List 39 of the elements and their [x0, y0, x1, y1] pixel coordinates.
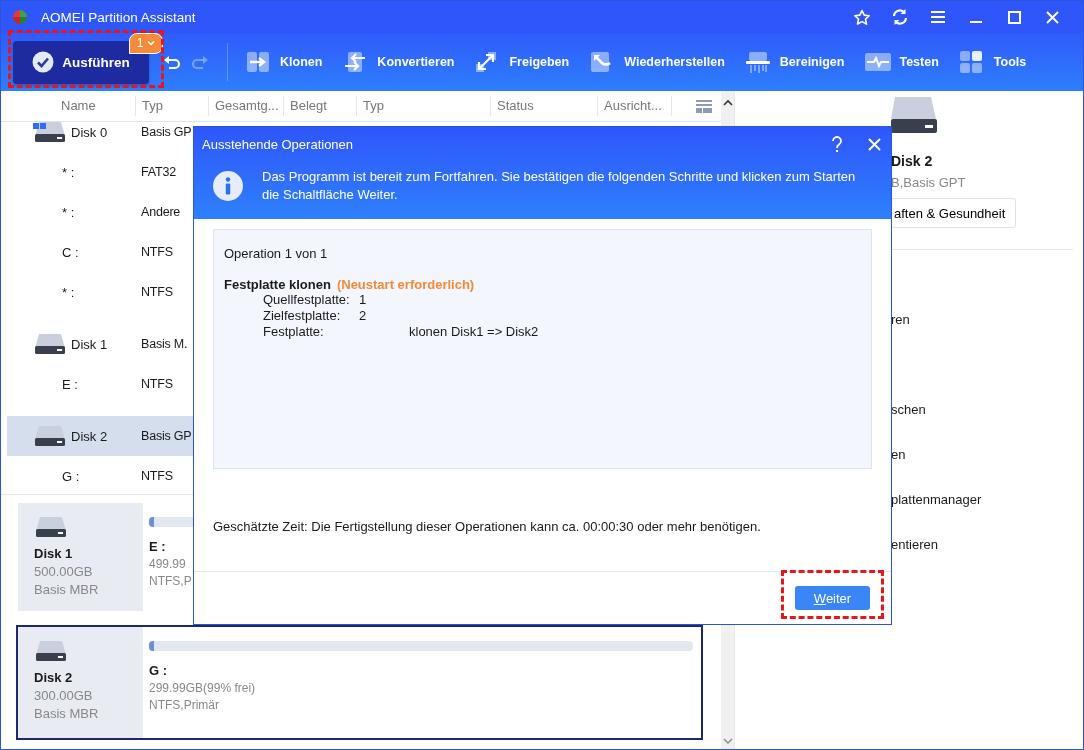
info-message: Das Programm ist bereit zum Fortfahren. Sie bestätigen die folgenden Schritte und klicken zum Starten die Schaltfläche Weiter. [262, 168, 857, 204]
disk-info: B,Basis GPT [891, 175, 967, 190]
partition-info: NTFS,Primär [149, 698, 220, 712]
partition-info: NTFS,P [149, 574, 193, 588]
partition-usage: 299.99GB(99% frei) [149, 681, 257, 695]
disk-size: 300.00GB [34, 688, 94, 703]
disk-type: Basis GP [141, 429, 192, 443]
disk-name: Disk 1 [71, 336, 108, 352]
detail-value: klonen Disk1 => Disk2 [408, 324, 540, 339]
disk-type: Basis M. [141, 337, 188, 351]
detail-label: Festplatte: [263, 324, 325, 339]
file-system: NTFS [141, 377, 173, 391]
estimate-text: Geschätzte Zeit: Die Fertigstellung dieser Operationen kann ca. 00:00:30 oder mehr benötigen. [213, 519, 762, 534]
partition-label: G : [149, 663, 169, 678]
partition-style: Basis MBR [34, 582, 100, 597]
disk-name: Disk 2 [891, 153, 934, 169]
detail-label: Quellfestplatte: [263, 292, 351, 307]
disk-name: Disk 1 [34, 546, 74, 561]
operation-count: Operation 1 von 1 [224, 246, 329, 261]
dialog-title: Ausstehende Operationen [202, 136, 354, 152]
file-system: NTFS [141, 469, 173, 483]
partition-label: E : [149, 539, 167, 554]
partition-usage: 499.99 [149, 557, 187, 571]
restart-note: (Neustart erforderlich) [336, 277, 475, 292]
disk-name: Disk 2 [34, 670, 74, 685]
disk-type: Basis GP [141, 125, 192, 139]
partition-style: Basis MBR [34, 706, 100, 721]
disk-name: Disk 2 [71, 428, 108, 444]
disk-name: Disk 0 [71, 124, 108, 140]
operation-title: Festplatte klonen [224, 277, 331, 292]
file-system: NTFS [141, 245, 173, 259]
detail-value: 2 [359, 308, 368, 323]
disk-size: 500.00GB [34, 564, 94, 579]
file-system: FAT32 [141, 165, 176, 179]
window-title: AOMEI Partition Assistant [41, 9, 196, 25]
file-system: NTFS [141, 285, 173, 299]
detail-label: Zielfestplatte: [263, 308, 342, 323]
detail-value: 1 [359, 292, 368, 307]
file-system: Andere [141, 205, 181, 219]
